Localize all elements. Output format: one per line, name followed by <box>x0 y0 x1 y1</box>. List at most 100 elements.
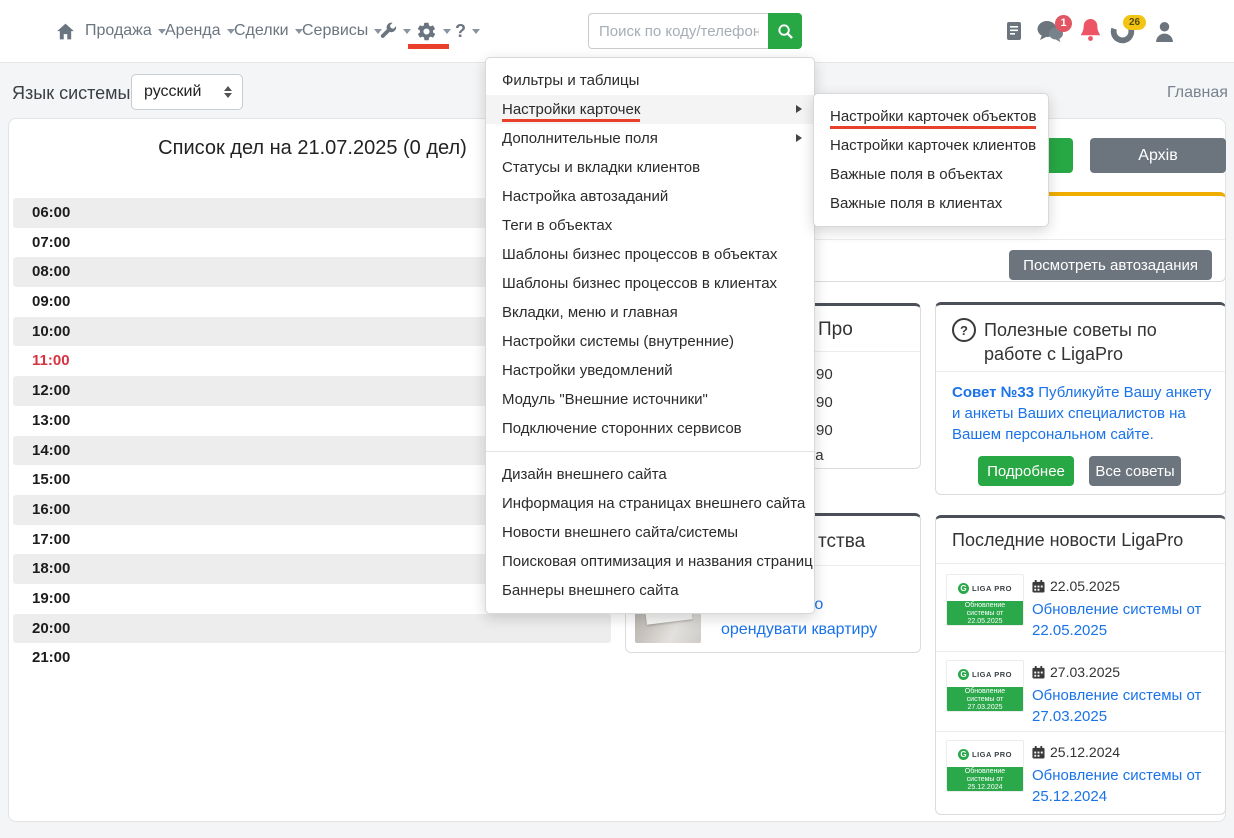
menu-item-notification-settings[interactable]: Настройки уведомлений <box>486 356 814 385</box>
nav-help[interactable]: ? <box>455 0 480 62</box>
balance-badge: 26 <box>1123 15 1146 30</box>
all-tips-button[interactable]: Все советы <box>1089 456 1181 486</box>
menu-item-site-banners[interactable]: Баннеры внешнего сайта <box>486 576 814 605</box>
nav-deals-label: Сделки <box>234 22 289 40</box>
news-link[interactable]: Обновление системы от 25.12.2024 <box>1032 765 1212 807</box>
nav-services-label: Сервисы <box>302 22 368 40</box>
about-line-fragment: 90 <box>816 366 833 383</box>
news-thumb-caption: Обновление системы от 27.03.2025 <box>947 687 1023 712</box>
search-input[interactable] <box>588 13 769 49</box>
gear-icon <box>416 21 437 42</box>
schedule-row[interactable]: 21:00 <box>13 643 611 673</box>
news-link[interactable]: Обновление системы от 27.03.2025 <box>1032 685 1212 727</box>
view-autotasks-button[interactable]: Посмотреть автозадания <box>1009 250 1212 280</box>
schedule-row[interactable]: 20:00 <box>13 614 611 644</box>
nav-settings[interactable] <box>416 0 451 62</box>
submenu-item-important-fields-clients[interactable]: Важные поля в клиентах <box>814 189 1048 218</box>
submenu-item-client-cards[interactable]: Настройки карточек клиентов <box>814 131 1048 160</box>
news-thumb-caption: Обновление системы от 25.12.2024 <box>947 767 1023 792</box>
submenu-item-important-fields-objects[interactable]: Важные поля в объектах <box>814 160 1048 189</box>
home-page-link[interactable]: Главная <box>1167 84 1228 102</box>
select-arrows-icon <box>224 86 232 98</box>
ligapro-logo-icon: G <box>958 669 969 680</box>
journal-button[interactable] <box>1005 21 1023 46</box>
divider <box>936 563 1225 564</box>
menu-divider <box>486 451 814 452</box>
divider <box>936 651 1225 652</box>
nav-sales[interactable]: Продажа <box>85 0 166 62</box>
search-icon <box>777 23 794 40</box>
menu-item-client-statuses[interactable]: Статусы и вкладки клиентов <box>486 153 814 182</box>
journal-icon <box>1005 21 1023 41</box>
menu-item-tabs-menu-main[interactable]: Вкладки, меню и главная <box>486 298 814 327</box>
language-select-value: русский <box>144 83 201 101</box>
card-settings-submenu: Настройки карточек объектов Настройки ка… <box>813 93 1049 227</box>
nav-deals[interactable]: Сделки <box>234 0 303 62</box>
menu-item-system-settings[interactable]: Настройки системы (внутренние) <box>486 327 814 356</box>
chevron-down-icon <box>403 29 411 34</box>
language-label: Язык системы <box>12 83 131 104</box>
home-icon <box>55 21 76 42</box>
menu-item-filters-tables[interactable]: Фильтры и таблицы <box>486 66 814 95</box>
menu-item-bp-templates-clients[interactable]: Шаблоны бизнес процессов в клиентах <box>486 269 814 298</box>
news-thumbnail[interactable]: GLIGA PRO Обновление системы от 22.05.20… <box>946 574 1024 626</box>
nav-rent-label: Аренда <box>165 22 221 40</box>
ligapro-logo-icon: G <box>958 749 969 760</box>
news-title: Последние новости LigaPro <box>952 530 1183 551</box>
submenu-item-object-cards[interactable]: Настройки карточек объектов <box>814 102 1048 131</box>
ligapro-logo: GLIGA PRO <box>947 575 1023 601</box>
home-button[interactable] <box>55 0 76 62</box>
help-icon: ? <box>455 21 466 42</box>
language-select[interactable]: русский <box>131 74 243 110</box>
notifications-button[interactable] <box>1080 18 1101 47</box>
menu-item-extra-fields[interactable]: Дополнительные поля <box>486 124 814 153</box>
news-date: 22.05.2025 <box>1032 578 1120 594</box>
menu-item-autotasks-setup[interactable]: Настройка автозаданий <box>486 182 814 211</box>
messages-badge: 1 <box>1055 15 1072 32</box>
about-line-fragment: 90 <box>816 394 833 411</box>
menu-item-site-pages-info[interactable]: Информация на страницах внешнего сайта <box>486 489 814 518</box>
nav-services[interactable]: Сервисы <box>302 0 382 62</box>
news-link[interactable]: Обновление системы от 22.05.2025 <box>1032 599 1212 641</box>
profile-button[interactable] <box>1155 21 1174 47</box>
tip-more-button[interactable]: Подробнее <box>978 456 1074 486</box>
menu-item-site-news[interactable]: Новости внешнего сайта/системы <box>486 518 814 547</box>
news-date: 27.03.2025 <box>1032 664 1120 680</box>
nav-tools[interactable] <box>378 0 411 62</box>
divider <box>936 731 1225 732</box>
news-thumbnail[interactable]: GLIGA PRO Обновление системы от 27.03.20… <box>946 660 1024 712</box>
news-card: Последние новости LigaPro GLIGA PRO Обно… <box>935 515 1226 815</box>
tip-text: Совет №33 Публикуйте Вашу анкету и анкет… <box>952 382 1214 445</box>
menu-item-bp-templates-objects[interactable]: Шаблоны бизнес процессов в объектах <box>486 240 814 269</box>
video-card-title-fragment: тства <box>818 531 865 553</box>
chevron-down-icon <box>443 29 451 34</box>
news-thumbnail[interactable]: GLIGA PRO Обновление системы от 25.12.20… <box>946 740 1024 792</box>
menu-item-third-party-services[interactable]: Подключение сторонних сервисов <box>486 414 814 443</box>
menu-item-card-settings[interactable]: Настройки карточек <box>486 95 814 124</box>
submenu-arrow-icon <box>796 105 802 113</box>
wrench-icon <box>378 22 397 41</box>
divider <box>936 371 1225 372</box>
top-navbar: Продажа Аренда Сделки Сервисы ? 1 <box>0 0 1234 63</box>
ligapro-logo-icon: G <box>958 583 969 594</box>
question-circle-icon: ? <box>952 318 976 342</box>
about-line-fragment: 90 <box>816 422 833 439</box>
menu-item-external-sources[interactable]: Модуль "Внешние источники" <box>486 385 814 414</box>
menu-item-site-design[interactable]: Дизайн внешнего сайта <box>486 460 814 489</box>
menu-item-object-tags[interactable]: Теги в объектах <box>486 211 814 240</box>
calendar-icon <box>1032 580 1045 593</box>
submenu-arrow-icon <box>796 134 802 142</box>
tips-card: ? Полезные советы по работе с LigaPro Со… <box>935 302 1226 495</box>
menu-item-seo[interactable]: Поисковая оптимизация и названия страниц <box>486 547 814 576</box>
ligapro-logo: GLIGA PRO <box>947 741 1023 767</box>
tips-header: ? Полезные советы по работе с LigaPro <box>952 318 1211 366</box>
search-button[interactable] <box>768 13 802 49</box>
nav-sales-label: Продажа <box>85 22 152 40</box>
about-card-title-fragment: Про <box>818 319 853 341</box>
nav-rent[interactable]: Аренда <box>165 0 235 62</box>
settings-active-underline <box>408 44 449 49</box>
news-thumb-caption: Обновление системы от 22.05.2025 <box>947 601 1023 626</box>
archive-button[interactable]: Архів <box>1090 138 1226 173</box>
tip-number: Совет №33 <box>952 384 1034 401</box>
bell-icon <box>1080 18 1101 42</box>
